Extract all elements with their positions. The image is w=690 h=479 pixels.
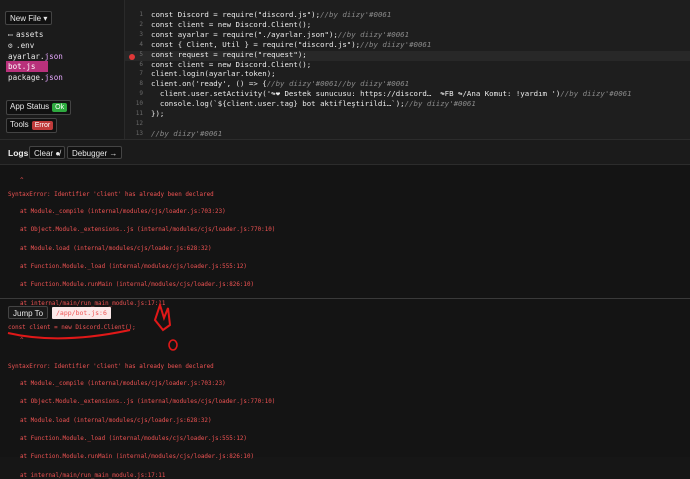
code-comment: //by diizy'#0061 xyxy=(320,10,392,19)
code-line: //by diizy'#0061 xyxy=(151,129,222,138)
stack-trace-line: at Module.load (internal/modules/cjs/loa… xyxy=(20,245,212,252)
code-text: const client = new Discord.Client(); xyxy=(151,59,312,69)
code-line: client.login(ayarlar.token); xyxy=(151,69,276,78)
log-separator xyxy=(0,298,690,299)
code-comment: //by diizy'#0061 xyxy=(360,39,432,49)
stack-trace-line: at Function.Module._load (internal/modul… xyxy=(20,263,247,270)
app-status-button[interactable]: App Status Ok xyxy=(6,100,72,115)
editor-area: New File ▾ ▭ assets ⚙ .env ayarlar.json bo… xyxy=(0,0,690,139)
stack-trace-line: at Module._compile (internal/modules/cjs… xyxy=(20,209,226,215)
code-line: client.on('ready', () => {//by diizy'#00… xyxy=(151,79,409,88)
stack-trace-line: at Function.Module._load (internal/modul… xyxy=(20,435,247,442)
file-location-link[interactable]: /app/bot.js:6 xyxy=(52,307,111,319)
code-line: const ayarlar = require("./ayarlar.json"… xyxy=(151,30,409,39)
code-line: console.log(`${client.user.tag} bot akti… xyxy=(151,99,476,108)
file-sidebar: New File ▾ ▭ assets ⚙ .env ayarlar.json bo… xyxy=(0,0,125,139)
line-number: 4 xyxy=(139,40,143,48)
code-comment: //by diizy'#0061 xyxy=(151,128,223,138)
code-line: const Discord = require("discord.js");//… xyxy=(151,10,391,19)
logs-toolbar: Logs Clear ●̸ Debugger → xyxy=(0,139,690,165)
code-line: const request = require("request"); xyxy=(151,50,307,59)
code-line: const client = new Discord.Client(); xyxy=(151,20,311,29)
line-number: 5 xyxy=(139,50,143,58)
log-output: ^ SyntaxError: Identifier 'client' has al… xyxy=(0,165,690,479)
code-editor[interactable]: 1 const Discord = require("discord.js");/… xyxy=(125,0,690,139)
line-number: 9 xyxy=(139,90,143,98)
app-status-badge: Ok xyxy=(52,103,68,112)
code-comment: //by diizy'#0061//by diizy'#0061 xyxy=(266,79,410,89)
code-text: const Discord = require("discord.js"); xyxy=(151,10,321,19)
line-number: 11 xyxy=(135,110,143,117)
stack-trace-line: at Function.Module.runMain (internal/mod… xyxy=(20,282,255,289)
code-line: const client = new Discord.Client(); xyxy=(151,60,311,69)
file-item-package[interactable]: package.json xyxy=(8,72,63,83)
error-message: SyntaxError: Identifier 'client' has alr… xyxy=(8,192,214,198)
code-comment: //by diizy'#0061 xyxy=(337,29,410,39)
code-comment: //by diizy'#0061 xyxy=(560,89,632,99)
tools-error-badge: Error xyxy=(31,121,54,130)
code-line: }); xyxy=(151,109,164,118)
file-item-bot[interactable]: bot.js xyxy=(6,61,48,72)
code-text: const { Client, Util } = require("discor… xyxy=(151,39,361,49)
file-item-env[interactable]: ⚙ .env xyxy=(8,40,34,51)
error-caret: ^ xyxy=(20,338,24,344)
line-number: 2 xyxy=(139,20,143,28)
clear-logs-button[interactable]: Clear ●̸ xyxy=(29,146,66,159)
code-text: client.login(ayarlar.token); xyxy=(151,69,276,79)
line-number: 12 xyxy=(135,119,143,127)
gear-icon: ⚙ xyxy=(8,41,13,50)
error-message: SyntaxError: Identifier 'client' has alr… xyxy=(8,364,214,370)
code-text: }); xyxy=(151,109,165,118)
stack-trace-line: at Function.Module.runMain (internal/mod… xyxy=(20,454,255,461)
line-number: 10 xyxy=(135,100,143,108)
line-number: 8 xyxy=(139,80,143,88)
logs-title: Logs xyxy=(8,148,29,158)
new-file-button[interactable]: New File ▾ xyxy=(5,11,52,25)
line-number: 6 xyxy=(139,60,143,68)
tools-button[interactable]: Tools Error xyxy=(6,118,58,133)
code-text: client.on('ready', () => { xyxy=(151,79,267,89)
code-text: const ayarlar = require("./ayarlar.json"… xyxy=(151,29,338,39)
line-number: 13 xyxy=(135,129,143,137)
line-number: 1 xyxy=(139,11,143,18)
code-comment: //by diizy'#0061 xyxy=(404,99,476,109)
error-caret: ^ xyxy=(20,178,24,184)
stack-trace-line: at internal/main/run_main_module.js:17:1… xyxy=(20,472,166,479)
stack-trace-line: at Object.Module._extensions..js (intern… xyxy=(20,399,276,406)
code-text: const client = new Discord.Client(); xyxy=(151,19,312,29)
stack-trace-line: at Module.load (internal/modules/cjs/loa… xyxy=(20,417,212,424)
code-text: console.log(`${client.user.tag} bot akti… xyxy=(151,99,405,109)
stack-trace-line: at Module._compile (internal/modules/cjs… xyxy=(20,381,226,387)
code-text: const request = require("request"); xyxy=(151,49,307,59)
folder-icon: ▭ xyxy=(8,30,13,39)
code-line: const { Client, Util } = require("discor… xyxy=(151,40,431,49)
file-item-assets[interactable]: ▭ assets xyxy=(8,29,43,40)
code-line: client.user.setActivity('↬❤ Destek sunuc… xyxy=(151,89,632,98)
line-number: 3 xyxy=(139,30,143,38)
jump-to-button[interactable]: Jump To xyxy=(8,306,49,319)
code-text: client.user.setActivity('↬❤ Destek sunuc… xyxy=(151,89,561,99)
error-code-line: const client = new Discord.Client(); xyxy=(8,325,136,331)
line-number: 7 xyxy=(139,70,143,78)
debugger-button[interactable]: Debugger → xyxy=(67,146,123,159)
stack-trace-line: at Object.Module._extensions..js (intern… xyxy=(20,227,276,234)
